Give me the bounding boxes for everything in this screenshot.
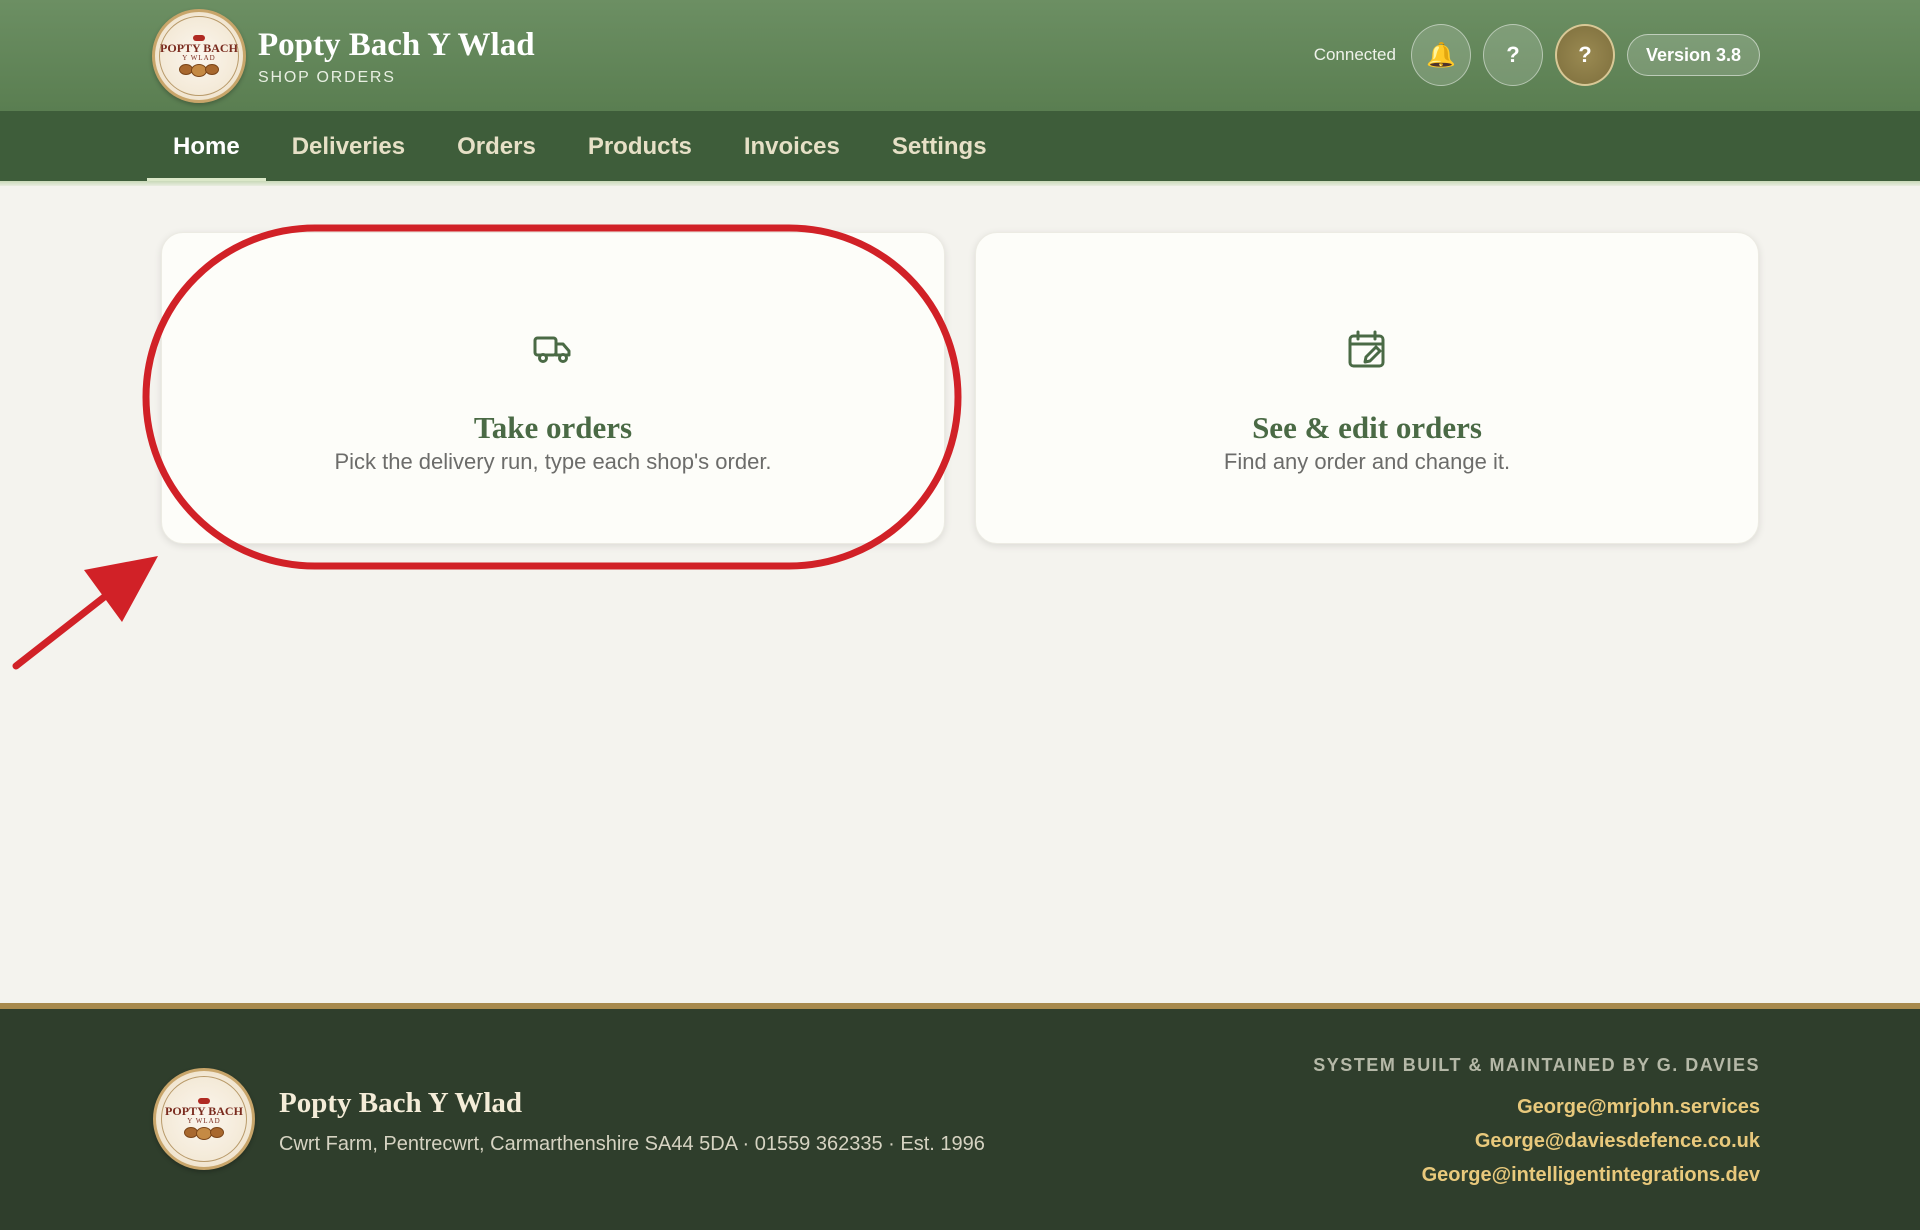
footer-address: Cwrt Farm, Pentrecwrt, Carmarthenshire S… [279,1133,985,1155]
main-nav: Home Deliveries Orders Products Invoices… [0,111,1920,182]
calendar-edit-icon [1348,330,1385,368]
nav-home[interactable]: Home [147,111,266,182]
bread-icon [184,1127,224,1140]
see-edit-orders-card[interactable]: See & edit orders Find any order and cha… [975,232,1759,544]
footer-email-link[interactable]: George@mrjohn.services [1313,1090,1760,1124]
connection-status: Connected [1313,45,1396,64]
nav-products[interactable]: Products [562,111,718,182]
brand-title: Popty Bach Y Wlad [258,27,535,63]
nav-divider [0,181,1920,186]
header-actions: Connected 🔔 ? ? Version 3.8 [1314,24,1760,86]
nav-invoices[interactable]: Invoices [718,111,866,182]
footer-credit: SYSTEM BUILT & MAINTAINED BY G. DAVIES [1313,1055,1760,1075]
nav-settings[interactable]: Settings [866,111,1013,182]
help-button[interactable]: ? [1482,24,1543,86]
bakery-logo: POPTY BACH Y WLAD [152,9,246,103]
notifications-button[interactable]: 🔔 [1410,24,1471,86]
nav-orders[interactable]: Orders [431,111,562,182]
footer-title: Popty Bach Y Wlad [279,1087,523,1119]
version-badge[interactable]: Version 3.8 [1626,34,1760,76]
brand-subtitle: SHOP ORDERS [258,69,396,86]
question-icon: ? [1578,42,1592,67]
card-description: Find any order and change it. [1223,449,1511,474]
brand[interactable]: POPTY BACH Y WLAD Popty Bach Y Wlad SHOP… [152,9,535,103]
bread-icon [179,64,219,77]
card-title: See & edit orders [1252,410,1482,445]
page-footer: POPTY BACH Y WLAD Popty Bach Y Wlad Cwrt… [0,1003,1920,1230]
arrow-head-icon [84,556,158,622]
nav-deliveries[interactable]: Deliveries [266,111,431,182]
card-title: Take orders [473,410,633,445]
card-description: Pick the delivery run, type each shop's … [334,449,772,474]
footer-logo: POPTY BACH Y WLAD [153,1068,255,1170]
app-header: POPTY BACH Y WLAD Popty Bach Y Wlad SHOP… [0,0,1920,111]
footer-email-link[interactable]: George@daviesdefence.co.uk [1313,1124,1760,1158]
bell-icon: 🔔 [1425,41,1456,69]
take-orders-card[interactable]: Take orders Pick the delivery run, type … [161,232,945,544]
truck-icon [533,336,571,363]
question-icon: ? [1506,42,1520,67]
annotation-arrow [12,576,130,670]
profile-button[interactable]: ? [1554,24,1615,86]
footer-email-link[interactable]: George@intelligentintegrations.dev [1313,1158,1760,1192]
